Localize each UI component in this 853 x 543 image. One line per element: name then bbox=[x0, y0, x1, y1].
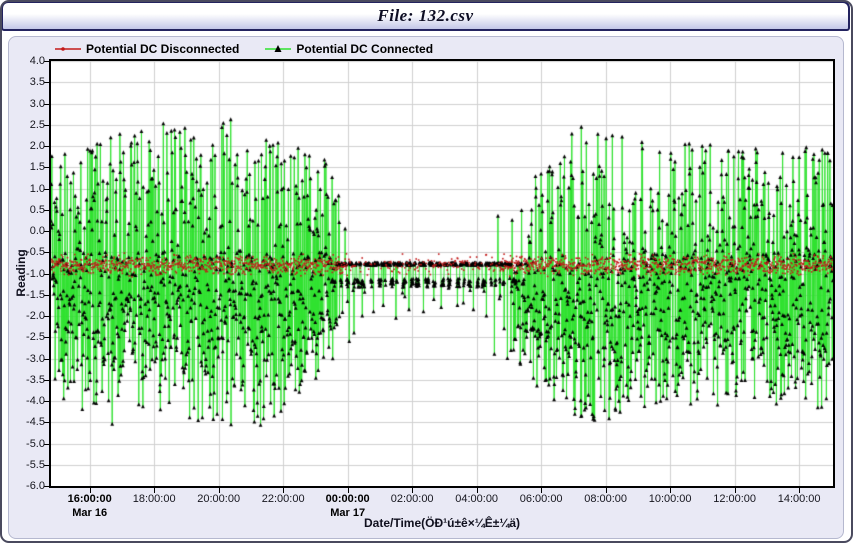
x-tick-label: 00:00:00 bbox=[316, 493, 380, 505]
y-tick-label: -5.5 bbox=[9, 459, 45, 471]
legend-label-disconnected: Potential DC Disconnected bbox=[86, 42, 239, 56]
y-tick-label: -6.0 bbox=[9, 480, 45, 492]
y-tick-label: 4.0 bbox=[9, 55, 45, 67]
green-line-triangle-marker-icon bbox=[265, 44, 291, 54]
y-tick-label: -1.5 bbox=[9, 289, 45, 301]
legend: Potential DC Disconnected Potential DC C… bbox=[55, 41, 433, 57]
y-tick-label: -3.0 bbox=[9, 353, 45, 365]
legend-item-disconnected: Potential DC Disconnected bbox=[55, 42, 239, 56]
y-tick-label: -5.0 bbox=[9, 438, 45, 450]
x-tick-label: 20:00:00 bbox=[187, 493, 251, 505]
chart-panel: Potential DC Disconnected Potential DC C… bbox=[8, 36, 844, 539]
plot-canvas[interactable] bbox=[51, 61, 833, 486]
legend-label-connected: Potential DC Connected bbox=[296, 42, 433, 56]
x-tick-label: 04:00:00 bbox=[445, 493, 509, 505]
y-tick-label: -2.5 bbox=[9, 331, 45, 343]
y-tick-label: -3.5 bbox=[9, 374, 45, 386]
y-tick-label: -4.5 bbox=[9, 416, 45, 428]
chart-viewer-window: File: 132.csv Potential DC Disconnected … bbox=[0, 0, 853, 543]
y-tick-label: 0.5 bbox=[9, 204, 45, 216]
y-tick-label: -4.0 bbox=[9, 395, 45, 407]
y-tick-label: 1.0 bbox=[9, 183, 45, 195]
x-tick-label: 02:00:00 bbox=[380, 493, 444, 505]
y-tick-label: 0.0 bbox=[9, 225, 45, 237]
x-tick-label: 10:00:00 bbox=[638, 493, 702, 505]
x-tick-label: 18:00:00 bbox=[122, 493, 186, 505]
x-tick-label: 06:00:00 bbox=[509, 493, 573, 505]
x-tick-label: 22:00:00 bbox=[251, 493, 315, 505]
title-bar: File: 132.csv bbox=[1, 1, 850, 31]
x-tick-label: 12:00:00 bbox=[703, 493, 767, 505]
window-title: File: 132.csv bbox=[377, 6, 473, 25]
red-line-dot-marker-icon bbox=[55, 44, 81, 54]
y-tick-label: -1.0 bbox=[9, 268, 45, 280]
y-tick-label: 2.0 bbox=[9, 140, 45, 152]
y-tick-label: -2.0 bbox=[9, 310, 45, 322]
x-tick-label: 14:00:00 bbox=[767, 493, 831, 505]
y-tick-label: 2.5 bbox=[9, 119, 45, 131]
plot-frame bbox=[49, 59, 835, 488]
y-tick-label: 1.5 bbox=[9, 161, 45, 173]
x-axis-title: Date/Time(ÖÐ¹ú±ê×¼Ê±¼ä) bbox=[49, 516, 835, 530]
x-tick-label: 08:00:00 bbox=[574, 493, 638, 505]
legend-item-connected: Potential DC Connected bbox=[265, 42, 433, 56]
y-tick-label: 3.5 bbox=[9, 76, 45, 88]
y-tick-label: -0.5 bbox=[9, 246, 45, 258]
x-tick-label: 16:00:00 bbox=[58, 493, 122, 505]
y-tick-label: 3.0 bbox=[9, 98, 45, 110]
